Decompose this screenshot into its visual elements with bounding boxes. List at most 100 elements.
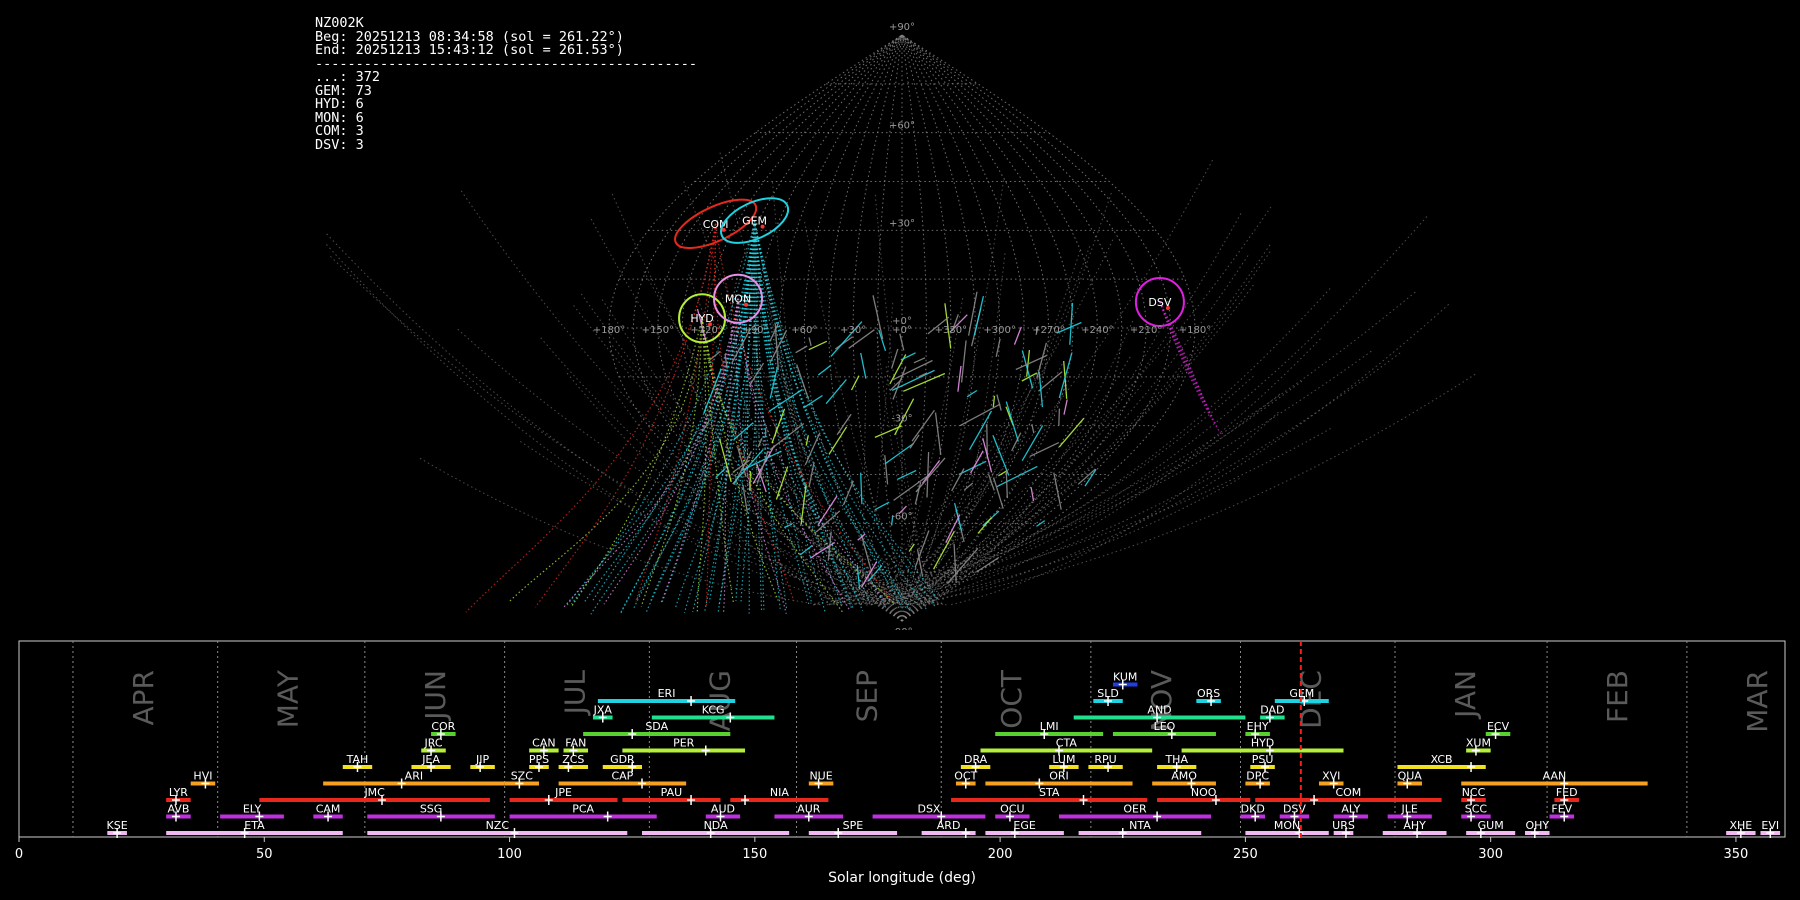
longitude-label: +330° [935, 325, 967, 336]
meteor-streak [771, 408, 786, 444]
meteor-streak [951, 468, 965, 492]
sporadic-trajectory [691, 375, 861, 606]
shower-label: COM [1335, 786, 1361, 799]
shower-label: AAN [1543, 770, 1567, 783]
meteor-streak [756, 451, 769, 484]
latitude-label: +30° [889, 218, 915, 229]
meteor-streak [878, 329, 887, 351]
shower-label: AUR [797, 803, 821, 816]
x-tick-label: 350 [1724, 847, 1749, 862]
shower-label: SDA [645, 720, 668, 733]
meteor-trajectory [603, 298, 739, 605]
shower-label: ECV [1487, 720, 1510, 733]
sporadic-trajectory [883, 244, 1271, 606]
x-tick-label: 150 [742, 847, 767, 862]
longitude-label: +300° [983, 325, 1015, 336]
meteor-streak [742, 484, 748, 513]
meteor-streak [1036, 520, 1046, 527]
sporadic-trajectory [849, 375, 1254, 606]
shower-label: OER [1123, 803, 1147, 816]
meteor-trajectory [753, 220, 781, 609]
shower-label: JXA [593, 704, 613, 717]
shower-label: XUM [1466, 737, 1491, 750]
month-label: JUN [419, 670, 452, 722]
x-tick-label: 200 [988, 847, 1013, 862]
radiant-label-com: COM [703, 218, 729, 231]
meteor-streak [1084, 468, 1097, 487]
shower-label: KCG [702, 704, 725, 717]
shower-label: PAU [661, 786, 683, 799]
shower-label: NTA [1129, 819, 1151, 832]
meteor-streak [817, 364, 832, 376]
meteor-streak [884, 455, 889, 485]
shower-label: AMO [1171, 770, 1197, 783]
shower-label: MON [1274, 819, 1300, 832]
meteor-trajectory [465, 223, 717, 613]
x-tick-label: 250 [1233, 847, 1258, 862]
x-tick-label: 50 [256, 847, 273, 862]
shower-label: DRA [964, 753, 988, 766]
longitude-label: +30° [840, 325, 866, 336]
shower-label: HVI [193, 770, 212, 783]
meteor-trajectory [590, 220, 756, 615]
month-label: JAN [1449, 670, 1482, 720]
meteor-streak [874, 425, 902, 438]
x-axis-label: Solar longitude (deg) [828, 870, 976, 886]
meteor-trajectory [640, 318, 703, 607]
shower-label: EVI [1761, 819, 1779, 832]
sporadic-trajectory [326, 244, 850, 606]
month-label: FEB [1601, 670, 1634, 723]
meteor-streak [874, 501, 890, 511]
shower-label: SLD [1097, 687, 1119, 700]
shower-label: XCB [1431, 753, 1453, 766]
shower-label: XHE [1729, 819, 1752, 832]
meteor-streak [805, 435, 809, 446]
shower-label: OHY [1525, 819, 1549, 832]
shower-label: DKD [1241, 803, 1265, 816]
shower-label: XVI [1322, 770, 1340, 783]
shower-label: GUM [1478, 819, 1504, 832]
shower-label: FED [1556, 786, 1578, 799]
meteor-streak [957, 365, 962, 392]
meteor-streak [703, 368, 722, 414]
sporadic-trajectory [906, 180, 1004, 606]
shower-label: EHY [1247, 720, 1269, 733]
shower-label: JLE [1401, 803, 1418, 816]
meteor-streak [914, 481, 922, 505]
meteor-streak [1005, 470, 1008, 499]
longitude-label: +180° [1179, 325, 1211, 336]
meteor-streak [1077, 468, 1096, 485]
shower-label: DSX [917, 803, 940, 816]
meteor-streak [963, 482, 974, 491]
shower-label: FAN [565, 737, 586, 750]
meteor-streak [1069, 302, 1074, 345]
shower-label: LMI [1040, 720, 1059, 733]
meteor-streak [933, 530, 955, 570]
shower-label: TAH [346, 753, 369, 766]
shower-label: URS [1332, 819, 1355, 832]
radiant-label-dsv: DSV [1148, 296, 1171, 309]
longitude-label: +180° [593, 325, 625, 336]
longitude-label: +90° [742, 325, 768, 336]
shower-label: EGE [1013, 819, 1035, 832]
meteor-streak [808, 337, 812, 346]
meteor-streak [995, 338, 1001, 357]
shower-label: DSV [1283, 803, 1306, 816]
shower-label: STA [1039, 786, 1060, 799]
meteor-streak [825, 379, 847, 405]
shower-label: JPE [554, 786, 572, 799]
meteor-streak [769, 323, 779, 342]
meteor-streak [884, 442, 915, 465]
shower-label: HYD [1251, 737, 1274, 750]
sporadic-trajectory [906, 338, 1321, 606]
shower-label: JRC [424, 737, 443, 750]
meteor-trajectory [753, 220, 826, 613]
shower-label: KSE [107, 819, 128, 832]
radiant-label-mon: MON [725, 293, 751, 306]
shower-label: AVB [167, 803, 189, 816]
shower-label: ARI [405, 770, 423, 783]
meteor-streak [842, 480, 855, 506]
shower-label: ELY [243, 803, 262, 816]
meteor-streak [860, 352, 867, 379]
meteor-streak [1058, 408, 1061, 426]
